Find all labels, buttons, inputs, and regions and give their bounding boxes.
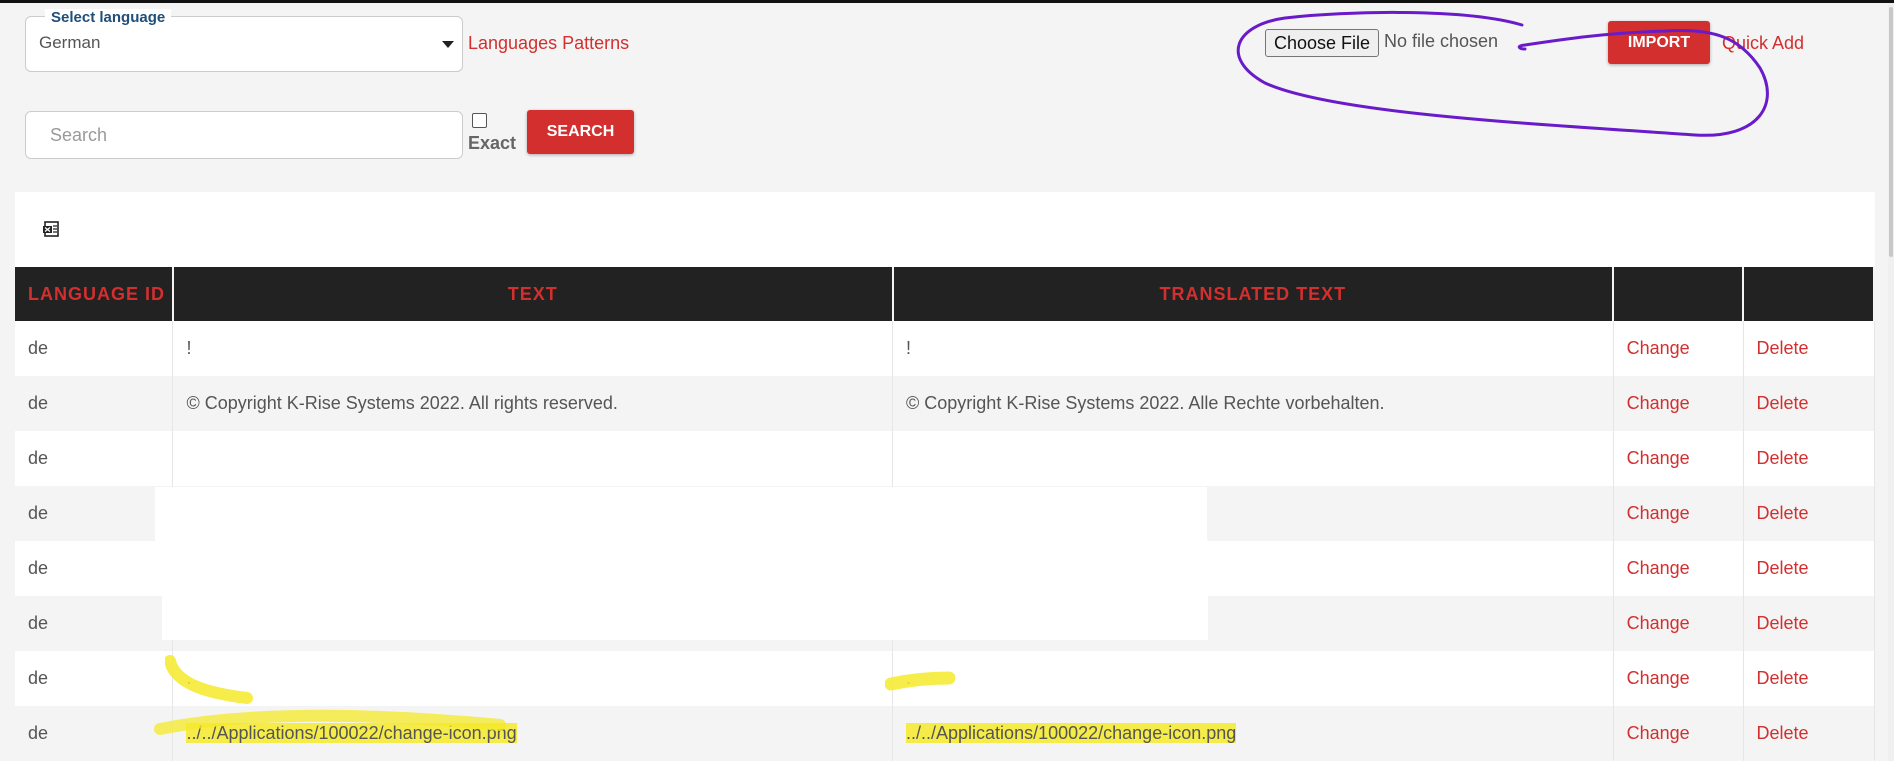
delete-link[interactable]: Delete — [1743, 321, 1875, 376]
cell-text: © Copyright K-Rise Systems 2022. All rig… — [172, 376, 894, 431]
language-select-value: German — [39, 33, 101, 52]
change-link[interactable]: Change — [1613, 376, 1744, 431]
cell-text — [172, 431, 894, 486]
search-placeholder: Search — [50, 125, 108, 145]
cell-translated-text: ../../Applications/100022/change-icon.pn… — [892, 706, 1614, 761]
column-header-translated-text[interactable]: TRANSLATED TEXT — [892, 267, 1615, 321]
cell-text: . — [172, 651, 894, 706]
delete-link[interactable]: Delete — [1743, 541, 1875, 596]
highlighter-mark — [165, 655, 253, 704]
delete-link[interactable]: Delete — [1743, 651, 1875, 706]
change-link[interactable]: Change — [1613, 541, 1744, 596]
change-link[interactable]: Change — [1613, 431, 1744, 486]
languages-patterns-link[interactable]: Languages Patterns — [468, 33, 629, 54]
cell-text: ! — [172, 321, 894, 376]
delete-link[interactable]: Delete — [1743, 376, 1875, 431]
cell-language-id: de — [15, 486, 174, 541]
cell-language-id: de — [15, 376, 174, 431]
exact-checkbox[interactable] — [472, 113, 487, 128]
delete-link[interactable]: Delete — [1743, 486, 1875, 541]
cell-language-id: de — [15, 541, 174, 596]
highlighter-mark — [885, 671, 955, 691]
exact-label: Exact — [468, 133, 517, 153]
redaction-block — [162, 540, 1208, 640]
table-toolbar — [15, 192, 1875, 272]
delete-link[interactable]: Delete — [1743, 596, 1875, 651]
delete-link[interactable]: Delete — [1743, 431, 1875, 486]
cell-language-id: de — [15, 431, 174, 486]
change-link[interactable]: Change — [1613, 486, 1744, 541]
language-select-label: Select language — [45, 9, 172, 26]
column-header-change — [1613, 267, 1745, 321]
change-link[interactable]: Change — [1613, 596, 1744, 651]
cell-language-id: de — [15, 321, 174, 376]
column-header-language-id[interactable]: LANGUAGE ID — [15, 267, 174, 321]
redaction-block — [155, 487, 1207, 541]
export-excel-icon[interactable] — [42, 219, 62, 239]
chevron-down-icon — [442, 41, 454, 48]
table-header-row: LANGUAGE ID TEXT TRANSLATED TEXT — [15, 267, 1875, 321]
column-header-text[interactable]: TEXT — [172, 267, 894, 321]
scrollbar-thumb[interactable] — [1889, 7, 1893, 257]
cell-translated-text: ! — [892, 321, 1614, 376]
change-link[interactable]: Change — [1613, 651, 1744, 706]
highlighter-mark — [154, 709, 506, 735]
table-row: de © Copyright K-Rise Systems 2022. All … — [15, 376, 1875, 431]
table-row: de Change Delete — [15, 431, 1875, 486]
cell-translated-highlighted: ../../Applications/100022/change-icon.pn… — [906, 723, 1237, 743]
cell-language-id: de — [15, 651, 174, 706]
cell-translated-text: © Copyright K-Rise Systems 2022. Alle Re… — [892, 376, 1614, 431]
cell-translated-text: . — [892, 651, 1614, 706]
change-link[interactable]: Change — [1613, 706, 1744, 761]
column-header-delete — [1743, 267, 1875, 321]
cell-translated-text — [892, 431, 1614, 486]
annotation-circle — [1236, 10, 1769, 137]
change-link[interactable]: Change — [1613, 321, 1744, 376]
delete-link[interactable]: Delete — [1743, 706, 1875, 761]
cell-language-id: de — [15, 596, 174, 651]
table-row: de ! ! Change Delete — [15, 321, 1875, 376]
search-button[interactable]: SEARCH — [527, 110, 634, 154]
